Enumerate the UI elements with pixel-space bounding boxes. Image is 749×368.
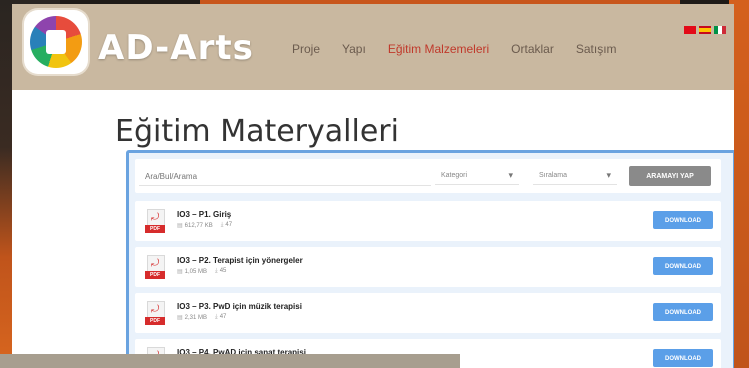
main-nav: Proje Yapı Eğitim Malzemeleri Ortaklar S… bbox=[292, 42, 639, 56]
file-size-icon: ▤ bbox=[177, 269, 183, 275]
file-size-icon: ▤ bbox=[177, 315, 183, 321]
sort-select-value: Sıralama bbox=[539, 172, 568, 179]
file-size: ▤ 1,05 MB bbox=[177, 269, 208, 275]
document-meta: ▤ 612,77 KB ⤓ 47 bbox=[177, 222, 232, 229]
download-button[interactable]: DOWNLOAD bbox=[653, 211, 713, 229]
pdf-file-icon: ⤾PDF bbox=[145, 301, 165, 327]
nav-item-egitim-malzemeleri[interactable]: Eğitim Malzemeleri bbox=[388, 42, 489, 56]
flag-tr-icon[interactable] bbox=[684, 26, 696, 34]
document-row: ⤾ PDF IO3 – P1. Giriş ▤ 612,77 KB ⤓ 47 DOWN… bbox=[135, 201, 721, 241]
filter-bar: Kategori ▾ Sıralama ▾ ARAMAYI YAP bbox=[135, 159, 721, 193]
document-list: ⤾ PDF IO3 – P1. Giriş ▤ 612,77 KB ⤓ 47 DOWN… bbox=[135, 201, 721, 368]
sort-select[interactable]: Sıralama ▾ bbox=[533, 168, 617, 185]
pdf-file-icon: ⤾PDF bbox=[145, 209, 165, 235]
document-meta: ▤ 2,31 MB ⤓ 47 bbox=[177, 314, 226, 321]
browser-window: AD-Arts Proje Yapı Eğitim Malzemeleri Or… bbox=[12, 4, 734, 368]
search-input[interactable] bbox=[139, 167, 431, 186]
document-row: ⤾ PDF IO3 – P3. PwD için müzik terapisi ▤… bbox=[135, 293, 721, 333]
file-size: ▤ 2,31 MB bbox=[177, 315, 208, 321]
document-row: ⤾ PDF IO3 – P2. Terapist için yönergeler … bbox=[135, 247, 721, 287]
flag-es-icon[interactable] bbox=[699, 26, 711, 34]
download-count: ⤓ 47 bbox=[215, 314, 227, 320]
nav-item-ortaklar[interactable]: Ortaklar bbox=[511, 42, 554, 56]
nav-item-satisim[interactable]: Satışım bbox=[576, 42, 617, 56]
background-bottom-bar bbox=[0, 354, 460, 368]
language-flags bbox=[684, 26, 726, 34]
chevron-down-icon: ▾ bbox=[508, 170, 513, 180]
pdf-file-icon: ⤾PDF bbox=[145, 255, 165, 281]
download-button[interactable]: DOWNLOAD bbox=[653, 349, 713, 367]
download-count: ⤓ 45 bbox=[215, 268, 227, 274]
file-size-icon: ▤ bbox=[177, 223, 183, 229]
apply-filter-button[interactable]: ARAMAYI YAP bbox=[629, 166, 711, 186]
flag-it-icon[interactable] bbox=[714, 26, 726, 34]
nav-item-proje[interactable]: Proje bbox=[292, 42, 320, 56]
download-count-icon: ⤓ bbox=[220, 222, 224, 228]
file-size: ▤ 612,77 KB bbox=[177, 223, 213, 229]
nav-item-yapi[interactable]: Yapı bbox=[342, 42, 366, 56]
document-meta: ▤ 1,05 MB ⤓ 45 bbox=[177, 268, 226, 275]
document-title[interactable]: IO3 – P1. Giriş bbox=[177, 210, 231, 219]
document-title[interactable]: IO3 – P3. PwD için müzik terapisi bbox=[177, 302, 302, 311]
download-count-icon: ⤓ bbox=[215, 268, 218, 274]
download-button[interactable]: DOWNLOAD bbox=[653, 303, 713, 321]
download-count: ⤓ 47 bbox=[220, 222, 233, 228]
brand-name[interactable]: AD-Arts bbox=[98, 28, 254, 68]
ad-arts-logo-icon[interactable] bbox=[24, 10, 88, 74]
category-select-value: Kategori bbox=[441, 172, 468, 179]
download-button[interactable]: DOWNLOAD bbox=[653, 257, 713, 275]
chevron-down-icon: ▾ bbox=[606, 170, 611, 180]
page-title: Eğitim Materyalleri bbox=[115, 114, 399, 150]
site-header: AD-Arts Proje Yapı Eğitim Malzemeleri Or… bbox=[12, 4, 734, 90]
documents-panel: Kategori ▾ Sıralama ▾ ARAMAYI YAP ⤾PDF I… bbox=[126, 150, 734, 368]
download-count-icon: ⤓ bbox=[215, 314, 218, 320]
document-title[interactable]: IO3 – P2. Terapist için yönergeler bbox=[177, 256, 303, 265]
logo-palette-icon bbox=[30, 16, 82, 68]
category-select[interactable]: Kategori ▾ bbox=[435, 168, 519, 185]
